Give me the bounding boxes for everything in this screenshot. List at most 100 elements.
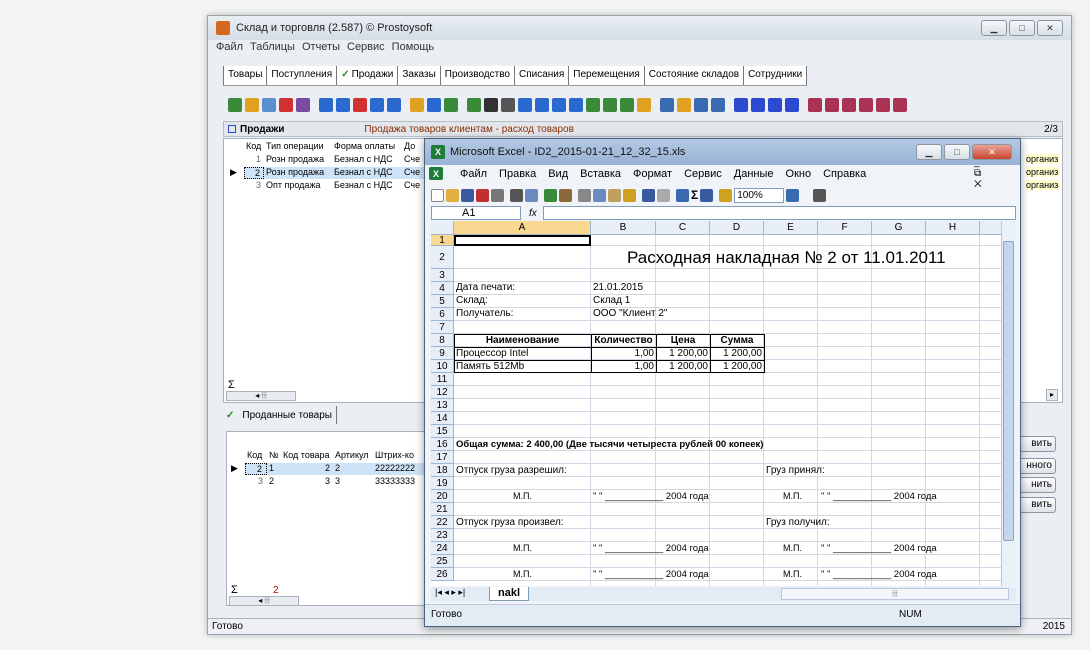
filter-3-icon[interactable] (370, 98, 384, 112)
row-header[interactable]: 8 (431, 334, 454, 347)
row-header[interactable]: 13 (431, 399, 454, 412)
column-header-a[interactable]: A (454, 221, 591, 235)
column-header-d[interactable]: D (710, 221, 764, 235)
sub-horizontal-scrollbar[interactable]: ◂ ⦙⦙⦙ (229, 596, 299, 606)
menu-file[interactable]: Файл (216, 41, 243, 53)
undo-icon[interactable] (642, 188, 655, 202)
column-header-h[interactable]: H (926, 221, 980, 235)
align-icon[interactable] (813, 188, 827, 202)
column-header-extra[interactable] (980, 221, 1001, 235)
table-row[interactable]: 1 Розн продажа Безнал с НДС Сче (244, 154, 420, 166)
table-2-icon[interactable] (711, 98, 725, 112)
column-header-f[interactable]: F (818, 221, 872, 235)
row-header[interactable]: 23 (431, 529, 454, 542)
doc-icon[interactable] (677, 98, 691, 112)
side-button-3[interactable]: нить (1016, 477, 1056, 493)
row-header[interactable]: 20 (431, 490, 454, 503)
col-doc[interactable]: До (402, 141, 422, 153)
new-icon[interactable] (431, 188, 444, 202)
excel-icon[interactable] (586, 98, 600, 112)
sub-col-barcode[interactable]: Штрих-ко (373, 450, 414, 462)
fak-icon[interactable] (842, 98, 856, 112)
print-preview-icon[interactable] (525, 188, 538, 202)
row-header[interactable]: 25 (431, 555, 454, 568)
table-row-selected[interactable]: 2 1 2 2 22222222 (245, 463, 425, 475)
tab-goods[interactable]: Товары (223, 66, 268, 85)
column-header-e[interactable]: E (764, 221, 818, 235)
row-header[interactable]: 14 (431, 412, 454, 425)
sort-icon[interactable] (700, 188, 714, 202)
row-header[interactable]: 17 (431, 451, 454, 464)
chart-wizard-icon[interactable] (719, 188, 733, 202)
filter-4-icon[interactable] (387, 98, 401, 112)
minimize-button[interactable]: ▁ (981, 20, 1007, 36)
sort-icon[interactable] (410, 98, 424, 112)
tab-production[interactable]: Производство (440, 66, 515, 85)
help-icon[interactable] (786, 188, 800, 202)
maximize-button[interactable]: □ (1009, 20, 1035, 36)
side-button-1[interactable]: вить (1016, 436, 1056, 452)
excel-2-icon[interactable] (603, 98, 617, 112)
xl-menu-data[interactable]: Данные (734, 168, 774, 180)
format-painter-icon[interactable] (623, 188, 636, 202)
row-header[interactable]: 19 (431, 477, 454, 490)
email-icon[interactable] (491, 188, 504, 202)
menu-service[interactable]: Сервис (347, 41, 385, 53)
sub-col-art[interactable]: Артикул (333, 450, 373, 462)
redo-icon[interactable] (657, 188, 670, 202)
col-code[interactable]: Код (244, 141, 264, 153)
row-header[interactable]: 15 (431, 425, 454, 438)
tab-writeoffs[interactable]: Списания (514, 66, 570, 85)
next-record-icon[interactable] (768, 98, 782, 112)
menu-tables[interactable]: Таблицы (250, 41, 295, 53)
zoom-select[interactable]: 100% (734, 187, 785, 203)
preview-icon[interactable] (518, 98, 532, 112)
tab-sales[interactable]: ✓ Продажи (337, 66, 399, 85)
xl-menu-file[interactable]: Файл (460, 168, 487, 180)
word-icon[interactable] (569, 98, 583, 112)
row-header[interactable]: 18 (431, 464, 454, 477)
sub-col-goods[interactable]: Код товара (281, 450, 333, 462)
refresh-icon[interactable] (467, 98, 481, 112)
row-header[interactable]: 9 (431, 347, 454, 360)
name-box[interactable]: A1 (431, 206, 521, 220)
print-icon[interactable] (501, 98, 515, 112)
dog-icon[interactable] (893, 98, 907, 112)
tab-stock-status[interactable]: Состояние складов (644, 66, 745, 85)
column-header-g[interactable]: G (872, 221, 926, 235)
binoculars-icon[interactable] (484, 98, 498, 112)
sheet-horizontal-scrollbar[interactable]: ⦙⦙⦙ (781, 588, 1009, 600)
tab-receipts[interactable]: Поступления (267, 66, 338, 85)
horizontal-scrollbar[interactable]: ◂ ⦙⦙⦙ (226, 391, 296, 401)
table-icon[interactable] (694, 98, 708, 112)
sql-icon[interactable] (444, 98, 458, 112)
filter-2-icon[interactable] (336, 98, 350, 112)
col-pay[interactable]: Форма оплаты (332, 141, 402, 153)
print-icon[interactable] (510, 188, 523, 202)
columns-icon[interactable] (660, 98, 674, 112)
vertical-scrollbar[interactable] (1001, 221, 1015, 586)
nak-icon[interactable] (808, 98, 822, 112)
excel-3-icon[interactable] (620, 98, 634, 112)
row-header[interactable]: 7 (431, 321, 454, 334)
delete-icon[interactable] (279, 98, 293, 112)
workbook-icon[interactable]: X (429, 167, 443, 180)
sold-goods-tab[interactable]: ✓ Проданные товары (226, 406, 337, 424)
row-header[interactable]: 6 (431, 308, 454, 321)
sheet-nav-arrows[interactable]: |◂ ◂ ▸ ▸| (435, 587, 465, 598)
close-button[interactable]: ✕ (1037, 20, 1063, 36)
xl-menu-tools[interactable]: Сервис (684, 168, 722, 180)
tab-orders[interactable]: Заказы (398, 66, 441, 85)
side-button-2[interactable]: нного (1016, 458, 1056, 474)
tab-employees[interactable]: Сотрудники (744, 66, 808, 85)
copy-icon[interactable] (593, 188, 606, 202)
last-record-icon[interactable] (785, 98, 799, 112)
active-cell-a1[interactable] (454, 235, 591, 246)
menu-help[interactable]: Помощь (392, 41, 435, 53)
prev-record-icon[interactable] (751, 98, 765, 112)
chart-icon[interactable] (637, 98, 651, 112)
open-icon[interactable] (446, 188, 459, 202)
save-icon[interactable] (461, 188, 474, 202)
row-header[interactable]: 22 (431, 516, 454, 529)
spelling-icon[interactable] (544, 188, 557, 202)
